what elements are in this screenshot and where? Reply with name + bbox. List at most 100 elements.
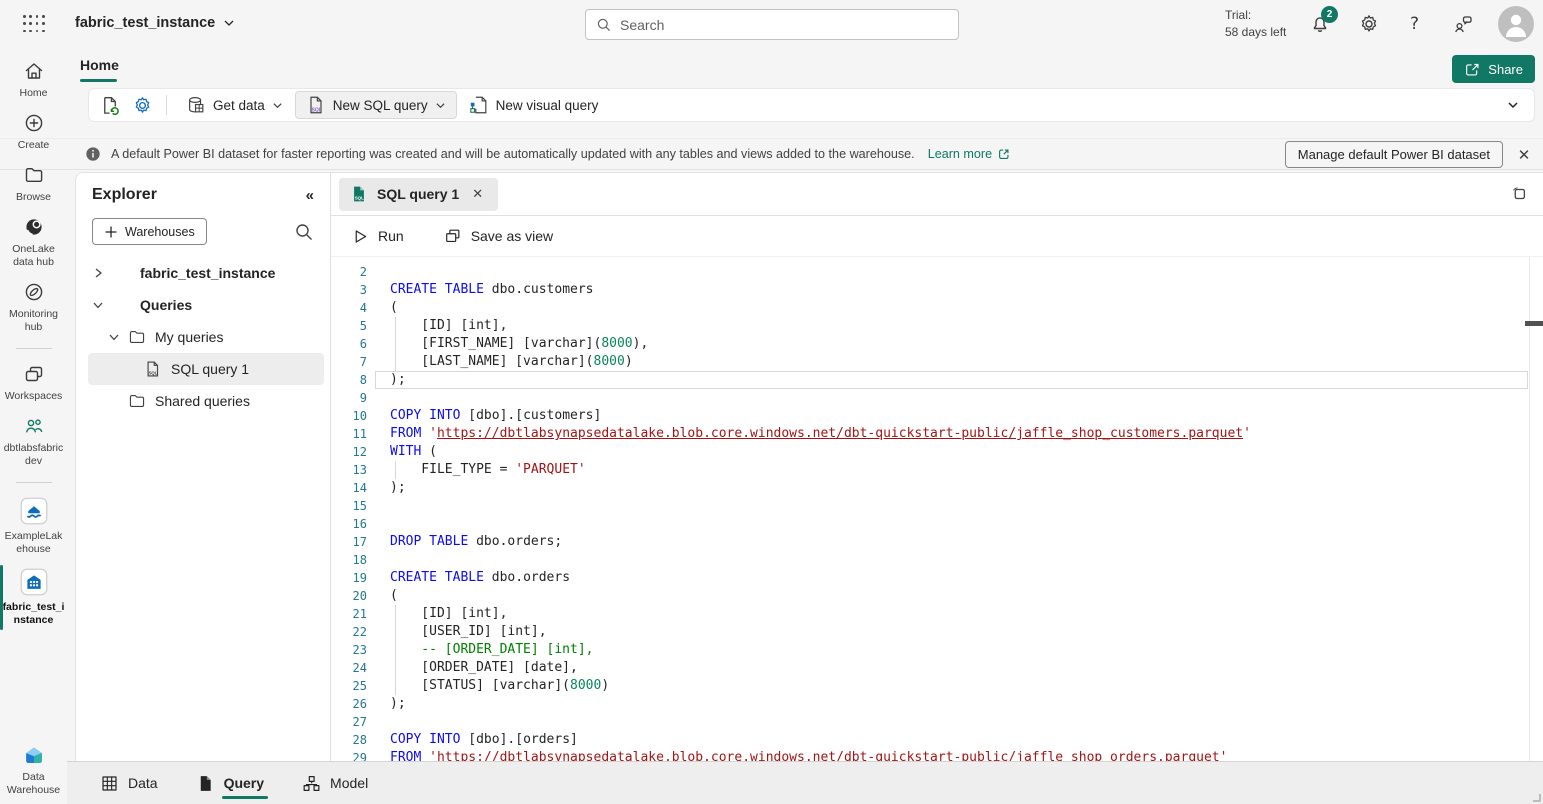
rail-item-workspaces[interactable]: Workspaces — [0, 363, 67, 403]
search-input[interactable] — [620, 17, 948, 33]
code-line-21[interactable]: 21 [ID] [int], — [331, 605, 1543, 623]
query-tab[interactable]: SQL SQL query 1 ✕ — [339, 178, 498, 211]
add-warehouses-button[interactable]: Warehouses — [92, 218, 207, 245]
tree-item-my-queries[interactable]: My queries — [76, 321, 330, 353]
code-line-4[interactable]: 4( — [331, 299, 1543, 317]
rail-item-label: Home — [3, 87, 65, 100]
code-line-16[interactable]: 16 — [331, 515, 1543, 533]
data-warehouse-icon — [22, 743, 46, 767]
indent-guide — [395, 605, 396, 623]
feedback-icon[interactable] — [1452, 13, 1474, 35]
code-line-28[interactable]: 28COPY INTO [dbo].[orders] — [331, 731, 1543, 749]
code-line-17[interactable]: 17DROP TABLE dbo.orders; — [331, 533, 1543, 551]
rail-item-create[interactable]: Create — [0, 112, 67, 152]
chevron-down-icon[interactable] — [92, 299, 112, 311]
banner-close-icon[interactable]: ✕ — [1513, 144, 1535, 166]
code-line-25[interactable]: 25 [STATUS] [varchar](8000) — [331, 677, 1543, 695]
learn-more-link[interactable]: Learn more — [928, 147, 1011, 161]
monitoring-icon — [23, 281, 45, 303]
run-button[interactable]: Run — [352, 228, 404, 245]
manage-default-dataset-button[interactable]: Manage default Power BI dataset — [1285, 141, 1503, 168]
tree-item-shared-queries[interactable]: Shared queries — [76, 385, 330, 417]
tree-item-fabric-test-instance[interactable]: fabric_test_instance — [76, 257, 330, 289]
code-line-29[interactable]: 29FROM 'https://dbtlabsynapsedatalake.bl… — [331, 749, 1543, 761]
rail-item-data-warehouse[interactable]: Data Warehouse — [0, 743, 67, 797]
rail-item-browse[interactable]: Browse — [0, 164, 67, 204]
rail-item-onelake-data-hub[interactable]: OneLake data hub — [0, 216, 67, 269]
query-editor: SQL SQL query 1 ✕ Run Save as view 23CRE… — [331, 173, 1543, 761]
bottom-tab-label: Model — [330, 775, 368, 791]
rail-divider — [16, 348, 52, 349]
line-number: 5 — [331, 317, 367, 335]
ribbon-collapse-chevron-icon[interactable] — [1498, 91, 1528, 119]
code-line-7[interactable]: 7 [LAST_NAME] [varchar](8000) — [331, 353, 1543, 371]
new-sql-query-button[interactable]: SQL New SQL query — [295, 91, 457, 119]
rail-item-label: Create — [3, 139, 65, 152]
code-line-13[interactable]: 13 FILE_TYPE = 'PARQUET' — [331, 461, 1543, 479]
settings-gear-icon[interactable] — [1358, 13, 1380, 35]
code-line-10[interactable]: 10COPY INTO [dbo].[customers] — [331, 407, 1543, 425]
rail-item-monitoring-hub[interactable]: Monitoring hub — [0, 281, 67, 334]
collapse-pane-icon[interactable]: « — [306, 187, 314, 204]
code-line-14[interactable]: 14); — [331, 479, 1543, 497]
toolbar-divider — [166, 95, 167, 115]
new-visual-query-button[interactable]: New visual query — [459, 91, 609, 119]
rail-item-dbtlabsfabricdev[interactable]: dbtlabsfabricdev — [0, 415, 67, 468]
plus-icon — [104, 225, 118, 239]
tree-item-sql-query-1[interactable]: SQLSQL query 1 — [88, 353, 324, 385]
help-icon[interactable]: ? — [1410, 14, 1432, 36]
svg-text:SQL: SQL — [355, 195, 364, 200]
app-launcher-icon[interactable] — [23, 15, 45, 34]
resize-grip[interactable] — [1533, 794, 1541, 802]
code-line-23[interactable]: 23 -- [ORDER_DATE] [int], — [331, 641, 1543, 659]
indent-guide — [395, 335, 396, 353]
code-line-24[interactable]: 24 [ORDER_DATE] [date], — [331, 659, 1543, 677]
folder-icon — [128, 328, 146, 346]
save-as-view-button[interactable]: Save as view — [444, 227, 553, 245]
indent-guide — [395, 461, 396, 479]
tab-home[interactable]: Home — [80, 57, 119, 73]
tree-item-queries[interactable]: Queries — [76, 289, 330, 321]
copy-icon[interactable] — [1508, 184, 1528, 204]
account-avatar[interactable] — [1498, 6, 1534, 42]
code-line-6[interactable]: 6 [FIRST_NAME] [varchar](8000), — [331, 335, 1543, 353]
code-line-11[interactable]: 11FROM 'https://dbtlabsynapsedatalake.bl… — [331, 425, 1543, 443]
code-line-27[interactable]: 27 — [331, 713, 1543, 731]
bottom-tab-data[interactable]: Data — [100, 762, 158, 804]
line-number: 13 — [331, 461, 367, 479]
code-line-5[interactable]: 5 [ID] [int], — [331, 317, 1543, 335]
share-icon — [1464, 62, 1481, 77]
code-line-9[interactable]: 9 — [331, 389, 1543, 407]
code-line-20[interactable]: 20( — [331, 587, 1543, 605]
editor-scrollbar[interactable] — [1529, 257, 1543, 761]
rail-item-examplelakehouse[interactable]: ExampleLakehouse — [0, 497, 67, 556]
code-line-12[interactable]: 12WITH ( — [331, 443, 1543, 461]
global-search[interactable] — [585, 9, 959, 40]
code-line-19[interactable]: 19CREATE TABLE dbo.orders — [331, 569, 1543, 587]
get-data-button[interactable]: Get data — [176, 91, 293, 119]
bottom-tab-model[interactable]: Model — [302, 762, 368, 804]
line-number: 24 — [331, 659, 367, 677]
close-tab-icon[interactable]: ✕ — [468, 184, 487, 204]
code-line-15[interactable]: 15 — [331, 497, 1543, 515]
rail-item-fabric-test-instance[interactable]: fabric_test_instance — [0, 568, 67, 627]
bottom-tab-query[interactable]: Query — [196, 762, 264, 804]
banner-message: A default Power BI dataset for faster re… — [111, 147, 915, 161]
line-content: ( — [390, 299, 398, 317]
code-line-18[interactable]: 18 — [331, 551, 1543, 569]
explorer-search-icon[interactable] — [294, 222, 314, 242]
code-line-2[interactable]: 2 — [331, 263, 1543, 281]
refresh-document-icon[interactable] — [95, 91, 125, 119]
settings-blue-gear-icon[interactable] — [127, 91, 157, 119]
sql-document-icon: SQL — [306, 95, 326, 115]
code-line-26[interactable]: 26); — [331, 695, 1543, 713]
chevron-down-icon[interactable] — [108, 331, 128, 343]
share-button[interactable]: Share — [1452, 55, 1535, 83]
rail-item-home[interactable]: Home — [0, 60, 67, 100]
chevron-right-icon[interactable] — [92, 267, 112, 279]
code-line-22[interactable]: 22 [USER_ID] [int], — [331, 623, 1543, 641]
workspace-switcher[interactable]: fabric_test_instance — [75, 15, 235, 31]
code-line-8[interactable]: 8); — [331, 371, 1543, 389]
code-line-3[interactable]: 3CREATE TABLE dbo.customers — [331, 281, 1543, 299]
sql-code-area[interactable]: 23CREATE TABLE dbo.customers4(5 [ID] [in… — [331, 257, 1543, 761]
